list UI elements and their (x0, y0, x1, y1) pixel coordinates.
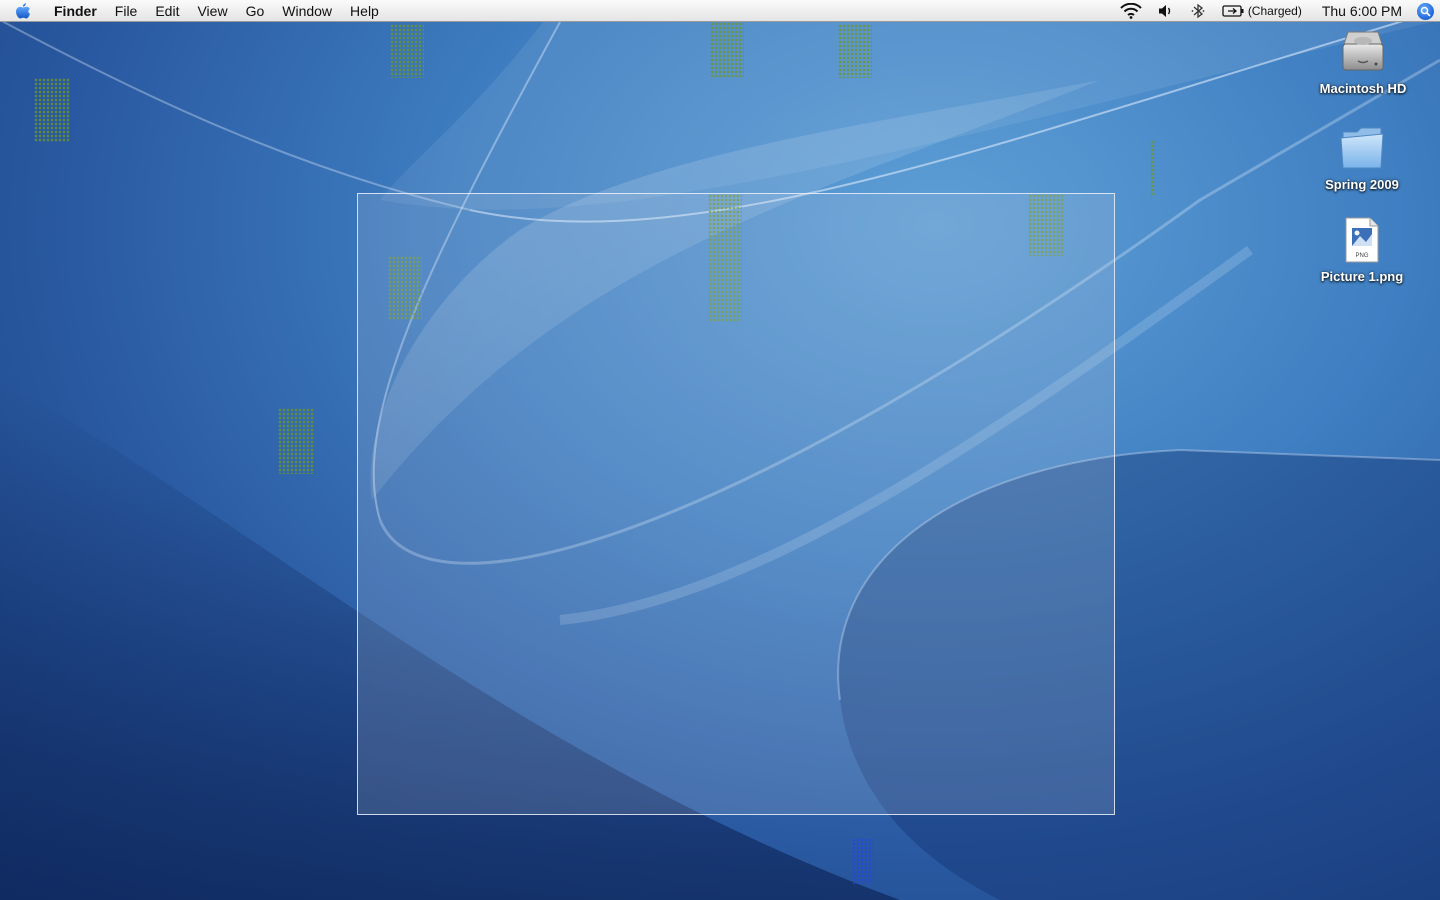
spotlight-search-icon (1420, 6, 1431, 17)
menu-clock[interactable]: Thu 6:00 PM (1314, 3, 1410, 19)
desktop[interactable]: Macintosh HD Spring 2009 PNG Picture 1.p… (0, 0, 1440, 900)
menu-edit[interactable]: Edit (146, 0, 188, 22)
png-badge-text: PNG (1355, 253, 1368, 259)
drag-selection-rectangle (357, 193, 1115, 815)
menu-bar: Finder File Edit View Go Window Help (Ch… (0, 0, 1440, 22)
speaker-volume-icon (1158, 5, 1171, 17)
menu-view[interactable]: View (188, 0, 236, 22)
screen-artifact (852, 838, 874, 884)
battery-menu[interactable] (1214, 0, 1248, 22)
desktop-icon-macintosh-hd[interactable]: Macintosh HD (1308, 26, 1418, 96)
menu-finder[interactable]: Finder (46, 0, 106, 22)
volume-menu[interactable] (1150, 0, 1182, 22)
bluetooth-icon (1191, 3, 1205, 19)
desktop-icon-label: Picture 1.png (1320, 269, 1404, 284)
wifi-menu[interactable] (1112, 0, 1150, 22)
screen-artifact (390, 24, 424, 78)
hard-drive-icon (1337, 26, 1389, 78)
png-file-icon: PNG (1336, 214, 1388, 266)
screen-artifact (1150, 140, 1156, 196)
desktop-icon-spring-2009[interactable]: Spring 2009 (1307, 122, 1417, 192)
spotlight-button[interactable] (1410, 0, 1440, 22)
apple-logo-icon (16, 2, 30, 18)
apple-menu[interactable] (0, 0, 46, 22)
menu-help[interactable]: Help (341, 0, 388, 22)
folder-icon (1336, 122, 1388, 174)
bluetooth-menu[interactable] (1182, 0, 1214, 22)
screen-artifact (34, 78, 70, 142)
battery-status-text[interactable]: (Charged) (1248, 4, 1314, 18)
menu-window[interactable]: Window (273, 0, 341, 22)
menu-file[interactable]: File (106, 0, 147, 22)
screen-artifact (710, 22, 744, 78)
screen-artifact (838, 24, 872, 78)
wifi-icon (1120, 3, 1142, 19)
battery-icon (1222, 5, 1244, 17)
desktop-icon-label: Macintosh HD (1319, 81, 1407, 96)
screen-artifact (278, 408, 314, 474)
desktop-icon-picture-1-png[interactable]: PNG Picture 1.png (1307, 214, 1417, 284)
desktop-icon-label: Spring 2009 (1325, 177, 1399, 192)
menu-go[interactable]: Go (237, 0, 274, 22)
